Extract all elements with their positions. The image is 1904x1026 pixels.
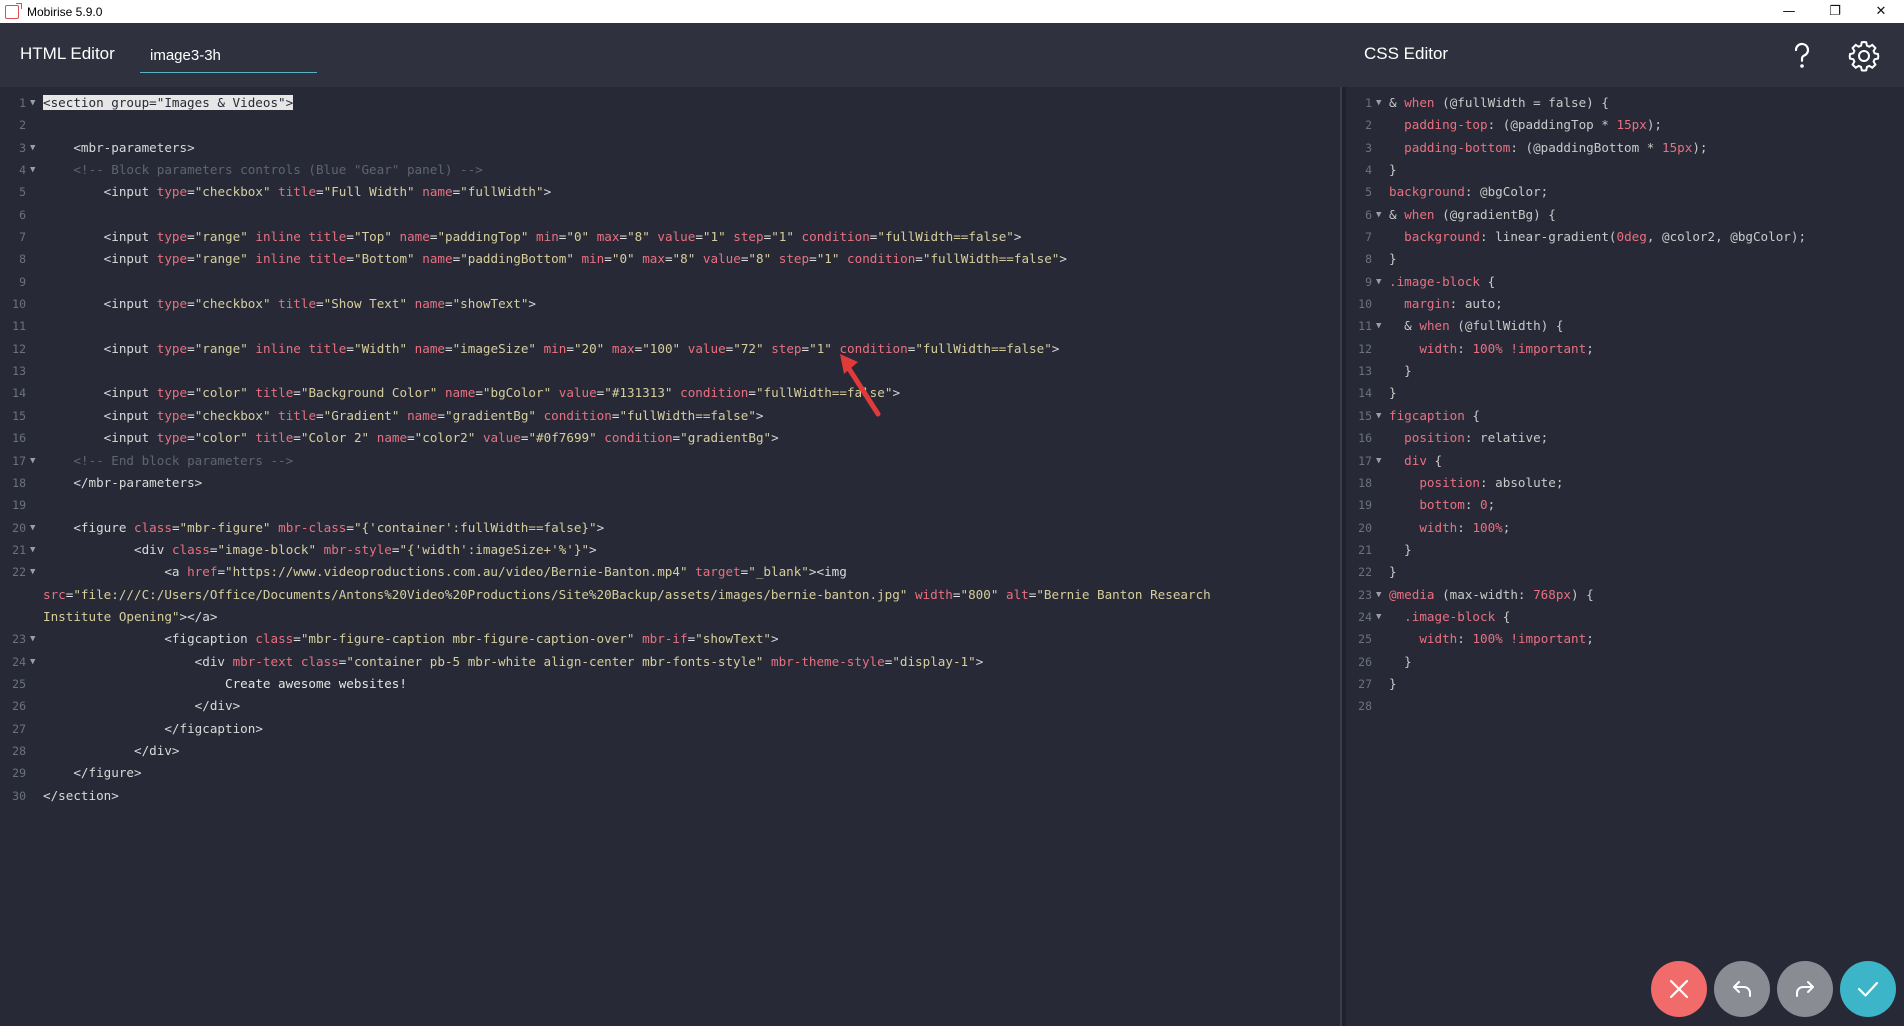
code-line: 30 </section> [12, 787, 119, 803]
code-line: 22} [1358, 564, 1397, 580]
code-line: 5 <input type="checkbox" title="Full Wid… [19, 184, 552, 200]
code-line: 14 <input type="color" title="Background… [12, 385, 901, 401]
code-line: 2 [19, 118, 26, 133]
code-line: 17 ▼ div { [1358, 452, 1443, 468]
code-line: 11 [12, 319, 26, 334]
code-line: 21 } [1358, 541, 1412, 557]
code-line: 12 width: 100% !important; [1358, 340, 1594, 356]
mobirise-logo-icon [5, 2, 22, 19]
code-line: 28 [1358, 699, 1372, 714]
code-line: 20 width: 100%; [1358, 519, 1511, 535]
code-line: 14} [1358, 385, 1397, 401]
code-line: 22 ▼ <a href="https://www.videoproduction… [12, 564, 847, 580]
code-line: 6 [19, 207, 26, 222]
redo-icon [1796, 981, 1814, 997]
code-line: 9 [19, 274, 26, 289]
code-line: 7 <input type="range" inline title="Top"… [19, 229, 1022, 245]
code-line: 17 ▼ <!-- End block parameters --> [12, 452, 294, 468]
code-line: 26 } [1358, 653, 1412, 669]
code-line: 19 bottom: 0; [1358, 497, 1496, 513]
gear-icon[interactable] [1847, 39, 1881, 73]
code-line: Institute Opening"></a> [43, 608, 218, 624]
css-code-lines: 1 ▼ & when (@fullWidth = false) { 2 paddin… [1346, 92, 1904, 718]
code-line: 18 position: absolute; [1358, 474, 1564, 490]
code-line: 8} [1365, 251, 1397, 267]
code-line: 21 ▼ <div class="image-block" mbr-style="… [12, 541, 597, 557]
code-line: 25 Create awesome websites! [12, 675, 407, 691]
code-line: 1 ▼ & when (@fullWidth = false) { [1365, 95, 1609, 110]
code-line: 15 ▼ figcaption { [1358, 407, 1481, 423]
code-line: 4} [1365, 162, 1397, 178]
code-line: 23 ▼ <figcaption class="mbr-figure-captio… [12, 631, 779, 647]
window-title: Mobirise 5.9.0 [27, 4, 103, 19]
code-line: 15 <input type="checkbox" title="Gradien… [12, 407, 764, 423]
code-line: 5 background: @bgColor; [1365, 184, 1549, 200]
html-code-lines: 1 ▼ <section group="Images & Videos"> 2 3 ▼… [0, 92, 1340, 807]
block-name-input[interactable]: image3-3h [140, 37, 317, 73]
code-line: 6 ▼ & when (@gradientBg) { [1365, 206, 1556, 222]
code-line: 24 ▼ <div mbr-text class="container pb-5 … [12, 653, 984, 669]
html-code-editor[interactable]: 1 ▼ <section group="Images & Videos"> 2 3 ▼… [0, 87, 1340, 1026]
code-line: 20 ▼ <figure class="mbr-figure" mbr-class… [12, 519, 605, 535]
red-arrow-annotation-icon [840, 354, 881, 417]
redo-button[interactable] [1777, 961, 1833, 1017]
code-line: 27 </figcaption> [12, 720, 263, 736]
code-line: 25 width: 100% !important; [1358, 631, 1594, 647]
close-window-button[interactable]: ✕ [1858, 0, 1904, 23]
undo-button[interactable] [1714, 961, 1770, 1017]
editor-header: HTML Editor image3-3h CSS Editor [0, 23, 1904, 87]
code-line: 7 background: linear-gradient(0deg, @col… [1365, 229, 1807, 245]
cancel-icon [1669, 979, 1689, 999]
css-editor-title: CSS Editor [1364, 44, 1449, 63]
code-line: 1 ▼ <section group="Images & Videos"> [19, 95, 294, 110]
code-line: 29 </figure> [12, 765, 142, 781]
code-line: 3 padding-bottom: (@paddingBottom * 15px… [1365, 139, 1708, 155]
apply-button[interactable] [1840, 961, 1896, 1017]
code-line: 10 margin: auto; [1358, 296, 1503, 312]
code-line: 18 </mbr-parameters> [12, 474, 203, 490]
code-line: 26 </div> [12, 698, 241, 714]
code-line: 16 position: relative; [1358, 430, 1549, 446]
code-line: 4 ▼ <!-- Block parameters controls (Blue … [19, 162, 483, 178]
code-line: 27} [1358, 675, 1397, 691]
code-line: 28 </div> [12, 742, 180, 758]
check-icon [1857, 981, 1879, 997]
help-icon[interactable] [1786, 39, 1818, 71]
code-line: 12 <input type="range" inline title="Wid… [12, 340, 1060, 356]
minimize-button[interactable]: — [1766, 0, 1812, 23]
code-line: src="file:///C:/Users/Office/Documents/A… [43, 586, 1211, 602]
code-line: 16 <input type="color" title="Color 2" n… [12, 430, 779, 446]
code-line: 8 <input type="range" inline title="Bott… [19, 251, 1067, 267]
css-code-editor[interactable]: 1 ▼ & when (@fullWidth = false) { 2 paddin… [1346, 87, 1904, 1026]
html-editor-title: HTML Editor [20, 44, 115, 63]
window-controls: — ❐ ✕ [1766, 0, 1904, 23]
window-title-bar: Mobirise 5.9.0 — ❐ ✕ [0, 0, 1904, 23]
code-line: 9 ▼ .image-block { [1365, 273, 1496, 289]
undo-icon [1733, 981, 1751, 997]
code-line: 10 <input type="checkbox" title="Show Te… [12, 296, 536, 312]
code-line: 3 ▼ <mbr-parameters> [19, 139, 195, 155]
code-line: 11 ▼ & when (@fullWidth) { [1358, 318, 1564, 334]
code-line: 19 [12, 498, 26, 513]
maximize-button[interactable]: ❐ [1812, 0, 1858, 23]
cancel-button[interactable] [1651, 961, 1707, 1017]
code-line: 23 ▼ @media (max-width: 768px) { [1358, 586, 1594, 602]
code-line: 13 } [1358, 363, 1412, 379]
code-line: 24 ▼ .image-block { [1358, 608, 1511, 624]
code-line: 13 [12, 364, 26, 379]
code-line: 2 padding-top: (@paddingTop * 15px); [1365, 117, 1662, 133]
